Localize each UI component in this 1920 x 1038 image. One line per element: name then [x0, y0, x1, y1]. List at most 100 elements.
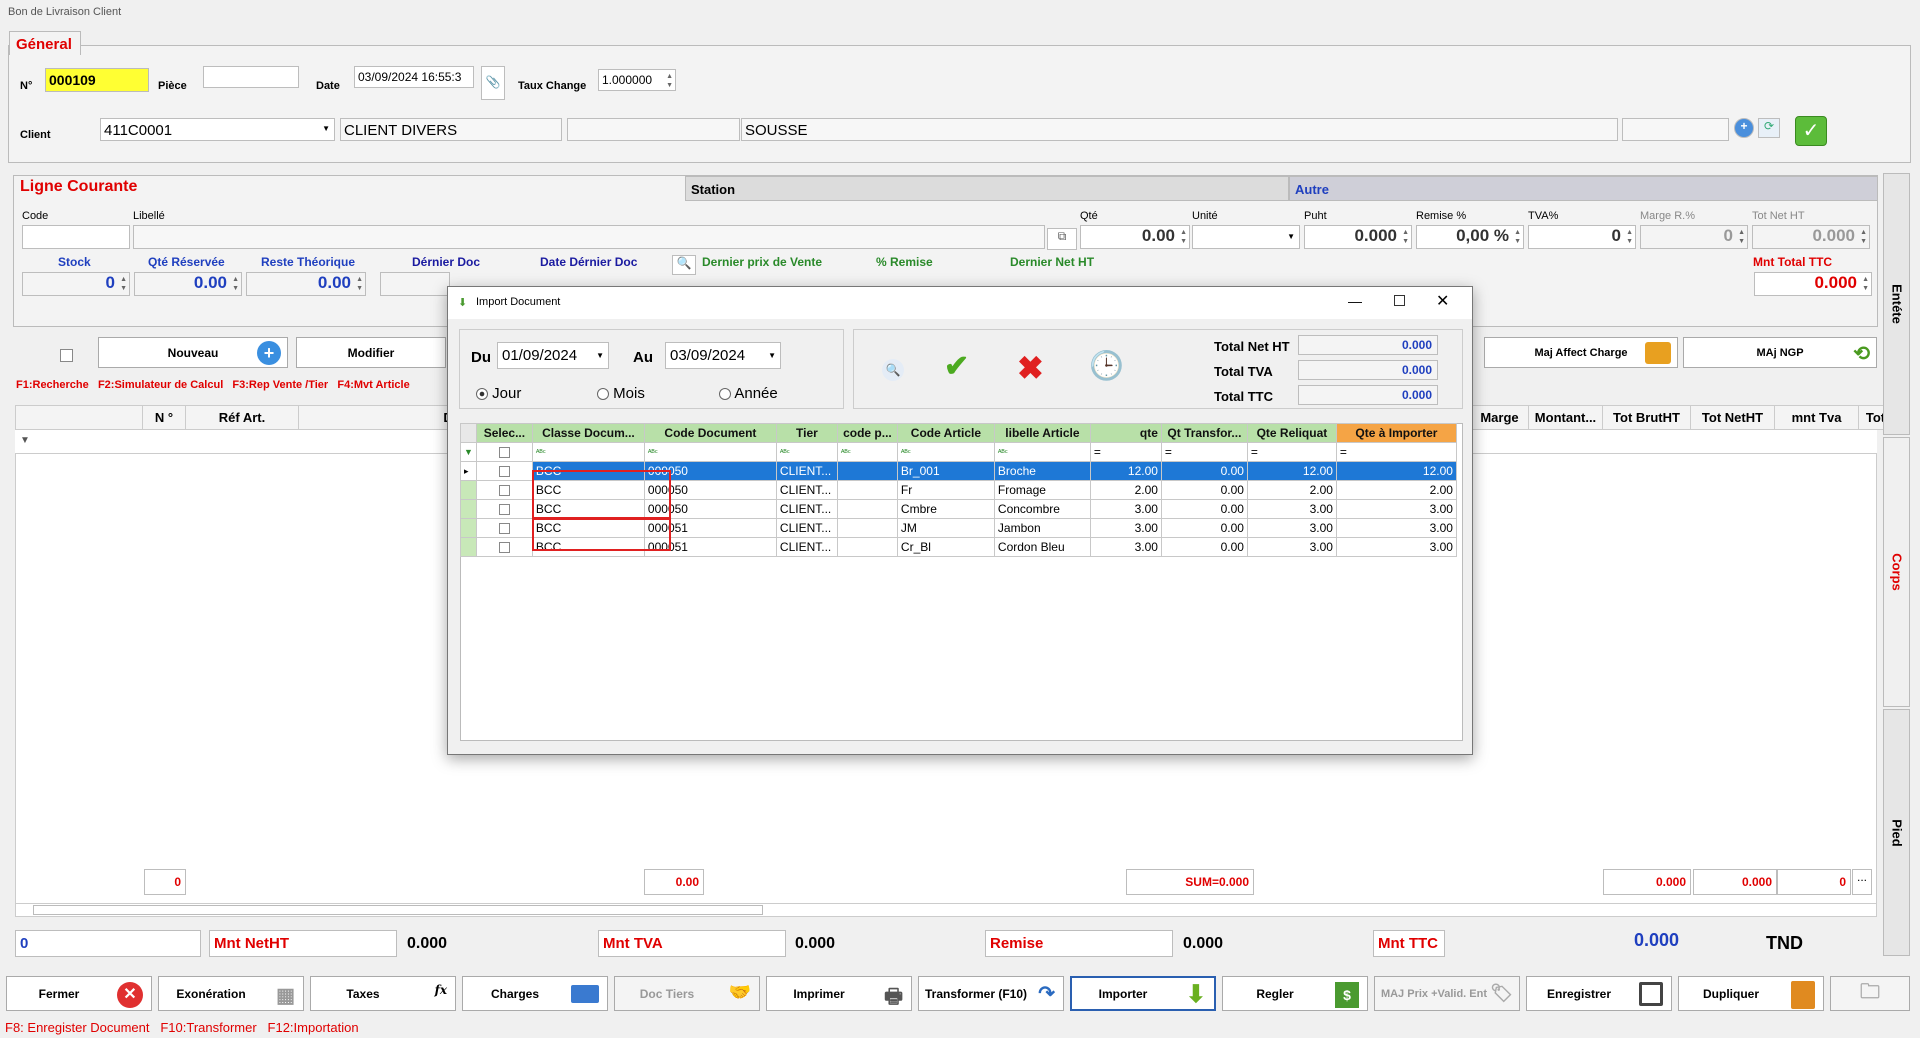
col-totnet[interactable]: Tot NetHT: [1690, 405, 1775, 430]
search-icon[interactable]: 🔍: [672, 255, 696, 275]
piece-field[interactable]: [203, 66, 299, 88]
refresh-client-icon[interactable]: ⟳: [1758, 118, 1780, 138]
qte-field[interactable]: 0.00 ▲ ▼: [1080, 225, 1190, 249]
mnt-ttc-value: 0.000: [1634, 930, 1680, 950]
row-checkbox[interactable]: [498, 542, 510, 554]
col-de[interactable]: De: [298, 405, 465, 430]
col-classe[interactable]: Classe Docum...: [531, 423, 645, 443]
tab-entete[interactable]: Entéte: [1883, 173, 1910, 435]
code-field[interactable]: [22, 225, 130, 249]
col-marge[interactable]: Marge: [1470, 405, 1529, 430]
fermer-button[interactable]: Fermer ✕: [6, 976, 152, 1011]
more-button[interactable]: ...: [1852, 869, 1872, 895]
search-documents-icon[interactable]: 🔍: [882, 359, 904, 381]
tab-pied[interactable]: Pied: [1883, 709, 1910, 956]
row-checkbox[interactable]: [498, 466, 510, 478]
filter-checkbox[interactable]: [498, 447, 510, 459]
tab-general[interactable]: Géneral: [9, 31, 81, 55]
exoneration-button[interactable]: Exonération ▦: [158, 976, 304, 1011]
add-client-icon[interactable]: +: [1734, 118, 1754, 138]
row-select-checkbox[interactable]: [475, 537, 533, 557]
tab-corps[interactable]: Corps: [1883, 437, 1910, 707]
unite-select[interactable]: ▼: [1192, 225, 1300, 249]
doc-tiers-button: Doc Tiers 🤝: [614, 976, 760, 1011]
reste-value: 0.00: [317, 273, 351, 292]
importer-button[interactable]: Importer ⬇: [1070, 976, 1216, 1011]
history-icon[interactable]: 🕒: [1089, 349, 1124, 382]
col-qte[interactable]: qte: [1089, 423, 1162, 443]
col-qt-transf[interactable]: Qt Transfor...: [1160, 423, 1248, 443]
maximize-icon[interactable]: [1394, 295, 1405, 306]
col-mnttva[interactable]: mnt Tva: [1774, 405, 1859, 430]
col-code-p[interactable]: code p...: [836, 423, 898, 443]
col-reliquat[interactable]: Qte Reliquat: [1246, 423, 1337, 443]
col-importer[interactable]: Qte à Importer: [1335, 423, 1457, 443]
radio-annee[interactable]: Année: [719, 385, 778, 402]
maj-ngp-button[interactable]: MAj NGP ⟲: [1683, 337, 1877, 368]
enregistrer-label: Enregistrer: [1546, 986, 1612, 1001]
station-tab[interactable]: Station: [685, 176, 1289, 201]
scrollbar-thumb[interactable]: [33, 905, 763, 915]
dupliquer-button[interactable]: Dupliquer: [1678, 976, 1824, 1011]
tva-field[interactable]: 0 ▲ ▼: [1528, 225, 1636, 249]
libelle-field[interactable]: [133, 225, 1045, 249]
modifier-button[interactable]: Modifier: [296, 337, 446, 368]
row-libelle: Broche: [993, 461, 1091, 481]
maj-affect-button[interactable]: Maj Affect Charge: [1484, 337, 1678, 368]
tva-value: 0: [1611, 226, 1621, 245]
cancel-icon[interactable]: ✖: [1017, 349, 1044, 387]
row-select-checkbox[interactable]: [475, 480, 533, 500]
no-field[interactable]: 000109: [45, 68, 149, 92]
charges-button[interactable]: Charges: [462, 976, 608, 1011]
col-montant[interactable]: Montant...: [1528, 405, 1603, 430]
remise-field[interactable]: 0,00 % ▲ ▼: [1416, 225, 1524, 249]
col-code-doc[interactable]: Code Document: [643, 423, 777, 443]
nouveau-button[interactable]: Nouveau +: [98, 337, 288, 368]
validate-icon[interactable]: ✔: [944, 349, 969, 384]
select-all-checkbox[interactable]: [60, 349, 73, 362]
row-select-checkbox[interactable]: [475, 461, 533, 481]
mnt-total-value: 0.000: [1814, 273, 1857, 292]
col-selec[interactable]: Selec...: [475, 423, 533, 443]
col-no[interactable]: N °: [142, 405, 186, 430]
row-checkbox[interactable]: [498, 523, 510, 535]
validate-check-icon[interactable]: ✓: [1795, 116, 1827, 146]
filter-icon[interactable]: ▼: [20, 435, 30, 446]
maj-ngp-label: MAj NGP: [1756, 346, 1804, 359]
client-code-select[interactable]: 411C0001 ▼: [100, 118, 335, 141]
col-totbrut[interactable]: Tot BrutHT: [1602, 405, 1691, 430]
col-code-article[interactable]: Code Article: [896, 423, 995, 443]
taux-field[interactable]: 1.000000 ▲ ▼: [598, 69, 676, 91]
puht-field[interactable]: 0.000 ▲ ▼: [1304, 225, 1412, 249]
autre-tab[interactable]: Autre: [1289, 176, 1878, 201]
row-checkbox[interactable]: [498, 485, 510, 497]
copy-icon[interactable]: ⧉: [1047, 228, 1077, 250]
imprimer-button[interactable]: Imprimer 🖶: [766, 976, 912, 1011]
radio-mois[interactable]: Mois: [597, 385, 645, 402]
du-date-picker[interactable]: 01/09/2024 ▼: [497, 342, 609, 369]
au-value: 03/09/2024: [670, 347, 746, 364]
row-checkbox[interactable]: [498, 504, 510, 516]
radio-jour[interactable]: Jour: [476, 385, 521, 402]
taux-value: 1.000000: [602, 73, 653, 87]
client-other-field[interactable]: [1622, 118, 1729, 141]
minimize-icon[interactable]: —: [1348, 293, 1362, 309]
col-tier[interactable]: Tier: [775, 423, 838, 443]
row-select-checkbox[interactable]: [475, 518, 533, 538]
client-extra-field[interactable]: [567, 118, 740, 141]
date-field[interactable]: 03/09/2024 16:55:3: [354, 66, 474, 88]
row-qt-transf: 0.00: [1160, 480, 1248, 500]
row-select-checkbox[interactable]: [475, 499, 533, 519]
col-libelle[interactable]: libelle Article: [993, 423, 1091, 443]
taxes-button[interactable]: Taxes fx: [310, 976, 456, 1011]
au-date-picker[interactable]: 03/09/2024 ▼: [665, 342, 781, 369]
client-name-field[interactable]: CLIENT DIVERS: [340, 118, 562, 141]
enregistrer-button[interactable]: Enregistrer: [1526, 976, 1672, 1011]
client-city-field[interactable]: SOUSSE: [741, 118, 1618, 141]
col-ref[interactable]: Réf Art.: [185, 405, 299, 430]
row-code-article: Fr: [896, 480, 995, 500]
attach-icon[interactable]: 📎: [481, 66, 505, 100]
transformer-button[interactable]: Transformer (F10) ↷: [918, 976, 1064, 1011]
regler-button[interactable]: Regler $: [1222, 976, 1368, 1011]
close-dialog-icon[interactable]: ✕: [1436, 291, 1449, 311]
